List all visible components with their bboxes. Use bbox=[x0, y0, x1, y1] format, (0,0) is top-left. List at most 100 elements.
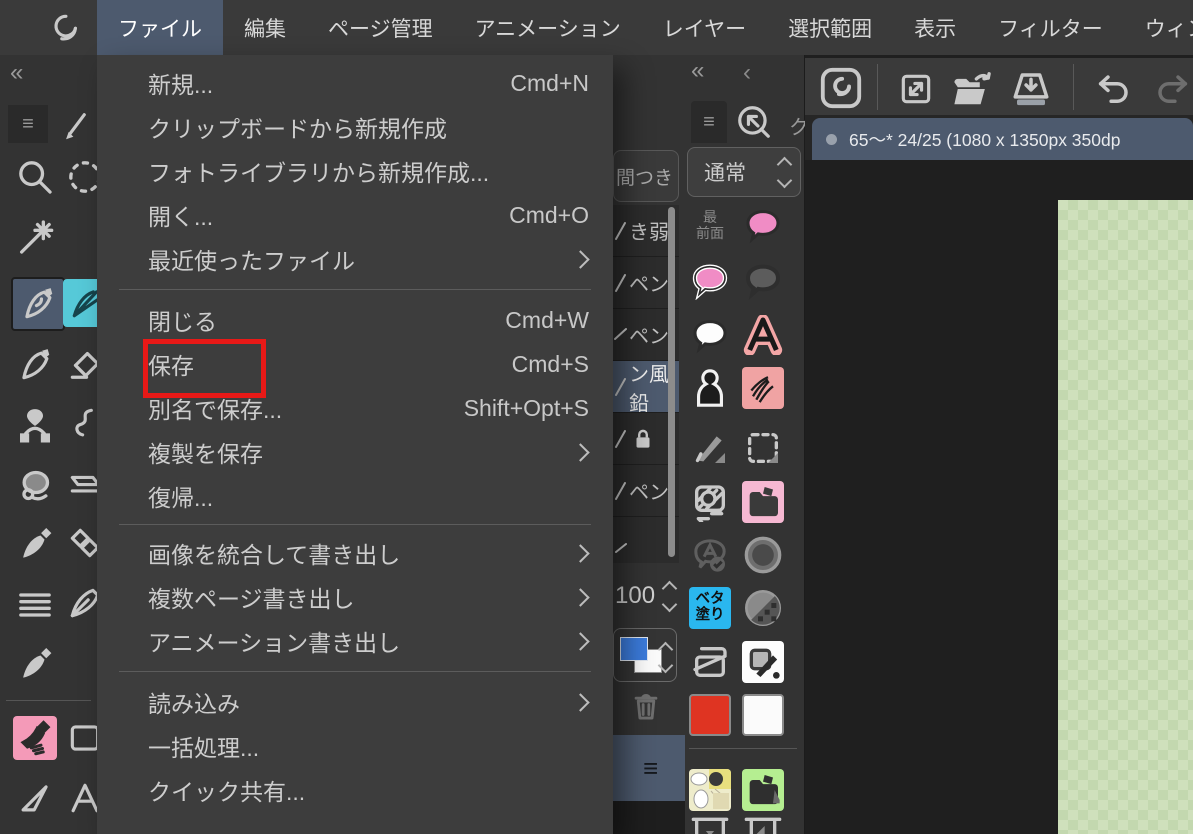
menu-item-new-from-clipboard[interactable]: クリップボードから新規作成 bbox=[97, 105, 613, 149]
menu-item-close[interactable]: 閉じる Cmd+W bbox=[97, 298, 613, 342]
clip-studio-launcher-icon[interactable] bbox=[818, 65, 864, 111]
white-color-tile[interactable] bbox=[742, 694, 784, 736]
frame-corner-tool[interactable] bbox=[742, 810, 784, 834]
panel-menu-icon[interactable]: ≡ bbox=[643, 753, 658, 784]
palette-menu-tab[interactable]: ≡ bbox=[691, 101, 727, 143]
menu-selection[interactable]: 選択範囲 bbox=[767, 0, 893, 55]
open-file-icon[interactable] bbox=[951, 68, 995, 110]
menu-item-batch-process[interactable]: 一括処理... bbox=[97, 724, 613, 768]
open-green-folder-tool[interactable] bbox=[742, 769, 784, 811]
document-title: 65〜* 24/25 (1080 x 1350px 350dp bbox=[849, 129, 1121, 150]
zoom-tool[interactable] bbox=[13, 155, 57, 199]
curve-path-tool[interactable] bbox=[13, 403, 57, 447]
balloon-pink-outline-tool[interactable] bbox=[689, 259, 731, 301]
object-tool-icon[interactable] bbox=[735, 103, 773, 141]
fullscreen-icon[interactable] bbox=[897, 70, 935, 108]
opacity-control[interactable]: 100 bbox=[613, 573, 678, 619]
menu-window[interactable]: ウィンドウ bbox=[1124, 0, 1193, 55]
clip-studio-paint-window: ファイル 編集 ページ管理 アニメーション レイヤー 選択範囲 表示 フィルター… bbox=[0, 0, 1193, 834]
undo-icon[interactable] bbox=[1091, 68, 1133, 110]
tool-panel-menu-icon[interactable]: ≡ bbox=[8, 105, 48, 143]
balloon-gray-tool[interactable] bbox=[742, 259, 784, 301]
palette-separator bbox=[689, 748, 797, 749]
lock-icon bbox=[636, 429, 650, 448]
menu-item-export-flattened[interactable]: 画像を統合して書き出し bbox=[97, 531, 613, 575]
collapse-panel-icon[interactable]: « bbox=[10, 59, 23, 87]
blend-mode-value: 通常 bbox=[704, 162, 746, 185]
saturated-line-tool[interactable] bbox=[13, 583, 57, 627]
file-menu-dropdown: 新規... Cmd+N クリップボードから新規作成 フォトライブラリから新規作成.… bbox=[97, 55, 613, 834]
halftone-circle-tool[interactable] bbox=[742, 587, 784, 629]
menu-edit[interactable]: 編集 bbox=[223, 0, 307, 55]
solid-fill-tool[interactable]: ベタ 塗り bbox=[689, 587, 731, 629]
balloon-pink-tool[interactable] bbox=[742, 204, 784, 246]
menu-item-import[interactable]: 読み込み bbox=[97, 680, 613, 724]
delete-subtool-button[interactable] bbox=[629, 686, 663, 731]
fill-lasso-tool[interactable] bbox=[13, 463, 57, 507]
menu-item-save-duplicate[interactable]: 複製を保存 bbox=[97, 430, 613, 474]
swatch-stepper-icon[interactable] bbox=[657, 641, 674, 674]
frame-border-tool[interactable] bbox=[689, 810, 731, 834]
back-icon[interactable]: ‹ bbox=[743, 59, 751, 87]
tool-divider bbox=[6, 700, 91, 701]
menu-animation[interactable]: アニメーション bbox=[454, 0, 642, 55]
redo-icon[interactable] bbox=[1153, 68, 1193, 110]
vector-edit-tool[interactable] bbox=[742, 641, 784, 683]
menu-item-open[interactable]: 開く... Cmd+O bbox=[97, 193, 613, 237]
panel-gap bbox=[613, 801, 685, 834]
auto-select-tool[interactable] bbox=[13, 215, 57, 259]
subtool-group-tab[interactable]: 間つき bbox=[613, 150, 679, 202]
balloon-white-tool[interactable] bbox=[689, 314, 731, 356]
figure-silhouette-tool[interactable] bbox=[689, 367, 731, 409]
stepper-icon[interactable] bbox=[661, 580, 678, 612]
pen-tool-selected[interactable] bbox=[11, 277, 65, 331]
menu-item-recent-files[interactable]: 最近使ったファイル bbox=[97, 237, 613, 281]
menu-item-save-as[interactable]: 別名で保存... Shift+Opt+S bbox=[97, 386, 613, 430]
subtool-scrollbar[interactable] bbox=[668, 207, 675, 557]
main-color-swatch[interactable] bbox=[620, 637, 648, 661]
marker-tool[interactable] bbox=[13, 343, 57, 387]
menu-filter[interactable]: フィルター bbox=[977, 0, 1124, 55]
menu-file[interactable]: ファイル bbox=[97, 0, 223, 55]
collapse-panel-icon[interactable]: « bbox=[691, 57, 704, 85]
open-pink-folder-tool[interactable] bbox=[742, 481, 784, 523]
menu-item-revert[interactable]: 復帰... bbox=[97, 474, 613, 518]
color-set-control[interactable] bbox=[613, 628, 677, 682]
menu-item-new-from-photo-library[interactable]: フォトライブラリから新規作成... bbox=[97, 149, 613, 193]
scribble-tone-tool[interactable] bbox=[742, 367, 784, 409]
selection-corner-tool[interactable] bbox=[742, 427, 784, 469]
airbrush-tool[interactable] bbox=[13, 643, 57, 687]
bring-to-front-label[interactable]: 最 前面 bbox=[689, 204, 731, 246]
canvas-artboard[interactable] bbox=[1058, 200, 1193, 834]
tone-circle-tool[interactable] bbox=[742, 534, 784, 576]
blend-mode-dropdown[interactable]: 通常 bbox=[687, 147, 801, 197]
layer-divide-tool[interactable] bbox=[689, 641, 731, 683]
pen-header-icon bbox=[52, 103, 96, 147]
submenu-chevron-icon bbox=[571, 692, 590, 712]
edit-pen-corner-tool[interactable] bbox=[689, 427, 731, 469]
menu-separator bbox=[119, 524, 591, 525]
submenu-chevron-icon bbox=[571, 587, 590, 607]
menu-view[interactable]: 表示 bbox=[893, 0, 977, 55]
menu-item-quick-share[interactable]: クイック共有... bbox=[97, 768, 613, 812]
menu-item-new[interactable]: 新規... Cmd+N bbox=[97, 61, 613, 105]
menu-page-management[interactable]: ページ管理 bbox=[307, 0, 454, 55]
convert-selection-tool[interactable] bbox=[689, 481, 731, 523]
submenu-chevron-icon bbox=[571, 442, 590, 462]
app-logo-icon bbox=[54, 14, 77, 41]
subtool-detail-panel[interactable]: ≡ bbox=[613, 735, 685, 801]
dropdown-stepper-icon[interactable] bbox=[776, 156, 793, 188]
figure-tool[interactable] bbox=[13, 776, 57, 820]
save-icon[interactable] bbox=[1009, 68, 1053, 110]
layer-tool-palette: « ‹ ≡ ク 通常 最 前面 ベタ 塗り bbox=[685, 55, 809, 834]
menu-layer[interactable]: レイヤー bbox=[642, 0, 767, 55]
menu-item-export-multiple-pages[interactable]: 複数ページ書き出し bbox=[97, 575, 613, 619]
document-tab[interactable]: 65〜* 24/25 (1080 x 1350px 350dp bbox=[812, 118, 1193, 160]
decoration-tool-selected[interactable] bbox=[13, 716, 57, 760]
red-color-tile[interactable] bbox=[689, 694, 731, 736]
manga-page-thumbnail[interactable] bbox=[689, 769, 731, 811]
menu-item-save[interactable]: 保存 Cmd+S bbox=[97, 339, 613, 398]
menu-item-export-animation[interactable]: アニメーション書き出し bbox=[97, 619, 613, 663]
brush-tool[interactable] bbox=[13, 523, 57, 567]
text-a-tool[interactable] bbox=[742, 314, 784, 356]
